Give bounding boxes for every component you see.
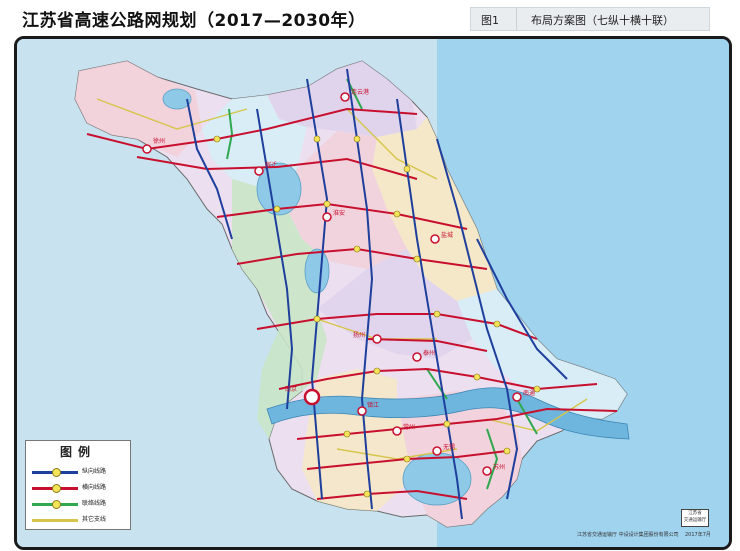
city-label: 苏州	[493, 463, 505, 471]
stamp-line: 江苏省	[688, 511, 702, 516]
city-label: 南通	[523, 389, 535, 397]
legend-row: 横向线路	[32, 481, 128, 495]
city-label: 盐城	[441, 231, 453, 239]
lake-luoma	[162, 88, 192, 110]
map-frame: 连云港 徐州 宿迁 淮安 盐城 扬州 泰州 南通 南京 镇江 常州 无锡 苏州 …	[14, 36, 732, 550]
legend-row: 其它支线	[32, 513, 128, 527]
region-changzhou	[302, 369, 412, 511]
figure-number: 图1	[481, 14, 499, 27]
city-label: 扬州	[353, 331, 365, 339]
figure-caption-box: 图1 布局方案图（七纵十横十联）	[470, 7, 710, 31]
city-label: 镇江	[367, 401, 379, 409]
city-label: 徐州	[153, 137, 165, 145]
city-label: 宿迁	[265, 161, 277, 169]
city-label: 无锡	[443, 443, 455, 451]
legend-row: 纵向线路	[32, 465, 128, 479]
figure-caption: 布局方案图（七纵十横十联）	[531, 14, 674, 27]
city-label: 淮安	[333, 209, 345, 217]
legend-row: 联络线路	[32, 497, 128, 511]
legend-node-icon	[52, 468, 61, 477]
city-label: 常州	[403, 423, 415, 431]
legend-label: 纵向线路	[82, 468, 107, 475]
map-legend: 图例 纵向线路 横向线路 联络线路 其它支线	[25, 440, 131, 530]
legend-label: 联络线路	[82, 500, 107, 507]
stamp-line: 交通运输厅	[683, 518, 707, 523]
city-label: 南京	[285, 385, 297, 393]
city-label: 连云港	[351, 88, 369, 96]
legend-swatch	[32, 519, 78, 522]
credit-date: 2017年7月	[685, 532, 711, 538]
legend-label: 横向线路	[82, 484, 107, 491]
legend-label: 其它支线	[82, 516, 107, 523]
legend-node-icon	[52, 484, 61, 493]
figure-divider	[516, 8, 517, 30]
credit-left: 江苏省交通运输厅 中设设计集团股份有限公司	[577, 532, 679, 538]
city-label: 泰州	[423, 349, 435, 357]
legend-title: 图例	[59, 445, 96, 459]
page: 江苏省高速公路网规划（2017—2030年） 图1 布局方案图（七纵十横十联）	[0, 0, 740, 551]
lake-gaoyou	[304, 248, 330, 294]
map-title: 江苏省高速公路网规划（2017—2030年）	[22, 11, 366, 31]
official-stamp: 江苏省 交通运输厅	[681, 509, 709, 527]
legend-node-icon	[52, 500, 61, 509]
